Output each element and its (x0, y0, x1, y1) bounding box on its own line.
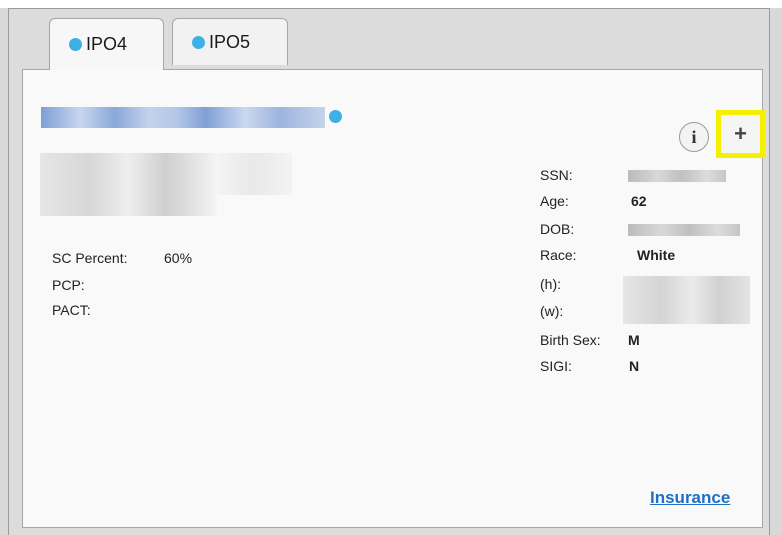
top-border (0, 0, 782, 8)
patient-name-redacted (41, 107, 325, 128)
tab-label: IPO4 (86, 34, 128, 54)
ssn-label: SSN: (540, 167, 573, 183)
birth-sex-label: Birth Sex: (540, 332, 601, 348)
sigi-label: SIGI: (540, 358, 572, 374)
age-value: 62 (631, 193, 647, 209)
plus-icon: + (734, 121, 747, 146)
phone-numbers-redacted (623, 276, 750, 324)
home-phone-label: (h): (540, 276, 561, 292)
add-button[interactable]: + (716, 110, 765, 158)
sc-percent-label: SC Percent: (52, 250, 128, 266)
tab-ipo5[interactable]: IPO5 (172, 18, 288, 65)
dob-label: DOB: (540, 221, 575, 237)
info-glyph: i (691, 126, 697, 147)
ssn-redacted (628, 170, 726, 182)
status-dot-icon (192, 35, 205, 49)
tab-label: IPO5 (209, 31, 251, 52)
birth-sex-value: M (628, 332, 640, 348)
work-phone-label: (w): (540, 303, 564, 319)
status-dot-icon (69, 38, 82, 51)
pact-label: PACT: (52, 302, 91, 318)
sc-percent-value: 60% (164, 250, 193, 266)
age-label: Age: (540, 193, 569, 209)
patient-address-redacted (40, 153, 292, 216)
race-label: Race: (540, 247, 577, 263)
dob-redacted (628, 224, 740, 236)
status-dot-icon (329, 110, 342, 123)
insurance-link[interactable]: Insurance (650, 488, 730, 508)
info-icon[interactable]: i (679, 122, 709, 152)
race-value: White (637, 247, 676, 263)
sigi-value: N (629, 358, 640, 374)
tab-ipo4[interactable]: IPO4 (49, 18, 164, 70)
pcp-label: PCP: (52, 277, 85, 293)
